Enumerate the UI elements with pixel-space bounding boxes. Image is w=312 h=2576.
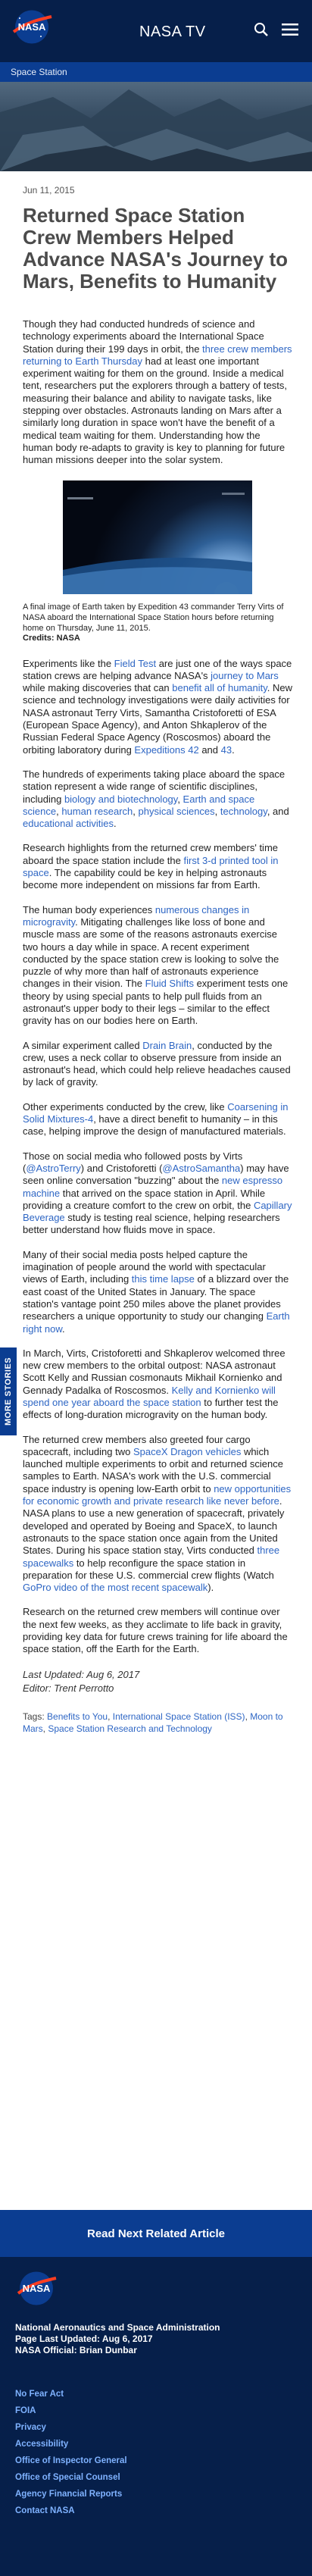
body-paragraph: A similar experiment called Drain Brain,… — [23, 1040, 292, 1089]
paragraph-text: , — [214, 805, 220, 817]
paragraph-text: The human body experiences — [23, 903, 155, 916]
inline-link[interactable]: SpaceX Dragon vehicles — [133, 1446, 241, 1457]
inline-link[interactable]: physical sciences — [139, 806, 215, 817]
article-body: Though they had conducted hundreds of sc… — [23, 318, 292, 1735]
inline-link[interactable]: @AstroSamantha — [162, 1163, 240, 1174]
paragraph-text: while making discoveries that can — [23, 682, 173, 694]
paragraph-text: Experiments like the — [23, 657, 114, 669]
site-title[interactable]: NASA TV — [139, 23, 206, 41]
inline-link[interactable]: educational activities — [23, 818, 114, 829]
body-paragraph: In March, Virts, Cristoforetti and Shkap… — [23, 1347, 292, 1422]
inline-link[interactable]: @AstroTerry — [26, 1163, 80, 1174]
body-paragraph: Those on social media who followed posts… — [23, 1150, 292, 1237]
footer-links: No Fear Act FOIA Privacy Accessibility Offic… — [15, 2386, 127, 2519]
nasa-meatball-logo[interactable]: NASA — [11, 9, 53, 45]
inline-link[interactable]: journey to Mars — [211, 670, 279, 681]
paragraph-text: Research on the returned crew members wi… — [23, 1606, 288, 1655]
last-updated-block: Last Updated: Aug 6, 2017 Editor: Trent P… — [23, 1668, 292, 1695]
footer-link[interactable]: Agency Financial Reports — [15, 2486, 127, 2502]
article-tags: Tags: Benefits to You, International Spa… — [23, 1711, 283, 1734]
read-next-link[interactable]: Read Next Related Article — [0, 2210, 312, 2257]
paragraph-text: . — [113, 818, 117, 830]
article-figure: A final image of Earth taken by Expediti… — [23, 480, 292, 643]
footer-link[interactable]: Accessibility — [15, 2436, 127, 2452]
body-paragraph: Experiments like the Field Test are just… — [23, 658, 292, 756]
inline-link[interactable]: human research — [61, 806, 133, 817]
figure-caption: A final image of Earth taken by Expediti… — [23, 602, 284, 633]
search-icon[interactable] — [251, 20, 271, 39]
paragraph-text: , — [133, 805, 139, 817]
earth-from-station-photo[interactable] — [63, 480, 252, 594]
body-paragraph: The returned crew members also greeted f… — [23, 1434, 292, 1595]
paragraph-text: A similar experiment called — [23, 1039, 143, 1051]
tag-link[interactable]: International Space Station (ISS) — [113, 1711, 245, 1722]
agency-name: National Aeronautics and Space Administr… — [15, 2322, 220, 2333]
inline-link[interactable]: Fluid Shifts — [145, 978, 194, 989]
topic-bar: Space Station — [0, 62, 312, 82]
footer-link[interactable]: FOIA — [15, 2402, 127, 2419]
more-stories-tab[interactable]: MORE STORIES — [0, 1347, 17, 1435]
paragraph-text: Other experiments conducted by the crew,… — [23, 1100, 228, 1113]
paragraph-text: . — [232, 743, 235, 756]
article-title: Returned Space Station Crew Members Help… — [23, 204, 289, 293]
body-paragraph: Research highlights from the returned cr… — [23, 842, 292, 891]
nasa-meatball-logo[interactable]: NASA — [15, 2271, 58, 2306]
body-paragraph: Research on the returned crew members wi… — [23, 1606, 292, 1655]
inline-link[interactable]: biology and biotechnology — [64, 793, 177, 805]
inline-link[interactable]: technology — [220, 806, 267, 817]
footer-link[interactable]: Contact NASA — [15, 2502, 127, 2519]
figure-credit: Credits: NASA — [23, 633, 80, 643]
paragraph-text: had at least one important experiment wa… — [23, 355, 288, 466]
tag-link[interactable]: Benefits to You — [47, 1711, 108, 1722]
body-paragraph: Many of their social media posts helped … — [23, 1249, 292, 1335]
footer-link[interactable]: Office of Special Counsel — [15, 2469, 127, 2486]
article-date: Jun 11, 2015 — [23, 185, 75, 196]
body-paragraph: Though they had conducted hundreds of sc… — [23, 318, 292, 467]
paragraph-text: . — [62, 1322, 65, 1335]
inline-link[interactable]: this time lapse — [132, 1273, 195, 1285]
inline-link[interactable]: benefit all of humanity — [172, 682, 267, 693]
footer-link[interactable]: No Fear Act — [15, 2386, 127, 2402]
page-updated: Page Last Updated: Aug 6, 2017 — [15, 2333, 153, 2344]
tags-label: Tags: — [23, 1711, 45, 1722]
last-updated: Last Updated: Aug 6, 2017 — [23, 1668, 140, 1680]
svg-text:NASA: NASA — [18, 21, 46, 33]
topic-link[interactable]: Space Station — [11, 67, 67, 77]
paragraph-text: . The capability could be key in helping… — [23, 867, 267, 891]
footer-agency-info: National Aeronautics and Space Administr… — [15, 2322, 288, 2356]
inline-link[interactable]: Expeditions 42 — [134, 744, 198, 756]
inline-link[interactable]: Drain Brain — [142, 1040, 192, 1051]
hamburger-menu-icon[interactable] — [280, 20, 300, 39]
inline-link[interactable]: 43 — [221, 744, 232, 756]
paragraph-text: , and — [267, 805, 289, 817]
inline-link[interactable]: Field Test — [114, 658, 156, 669]
paragraph-text: ). — [207, 1582, 214, 1594]
editor: Editor: Trent Perrotto — [23, 1682, 114, 1694]
inline-link[interactable]: GoPro video of the most recent spacewalk — [23, 1582, 207, 1593]
hero-banner-image — [0, 82, 312, 171]
footer-link[interactable]: Office of Inspector General — [15, 2452, 127, 2469]
paragraph-text: , — [177, 793, 183, 805]
nasa-official: NASA Official: Brian Dunbar — [15, 2345, 137, 2355]
body-paragraph: The human body experiences numerous chan… — [23, 904, 292, 1028]
body-paragraph: Other experiments conducted by the crew,… — [23, 1101, 292, 1138]
site-footer: NASA National Aeronautics and Space Admi… — [0, 2257, 312, 2576]
paragraph-text: and — [198, 743, 221, 756]
body-paragraph: The hundreds of experiments taking place… — [23, 768, 292, 830]
svg-text:NASA: NASA — [23, 2283, 51, 2294]
paragraph-text: that arrived on the space station in Apr… — [23, 1187, 266, 1211]
paragraph-text: ) and Cristoforetti ( — [80, 1162, 163, 1174]
site-header: NASA NASA TV — [0, 0, 312, 62]
footer-link[interactable]: Privacy — [15, 2419, 127, 2436]
tag-link[interactable]: Space Station Research and Technology — [48, 1723, 212, 1734]
